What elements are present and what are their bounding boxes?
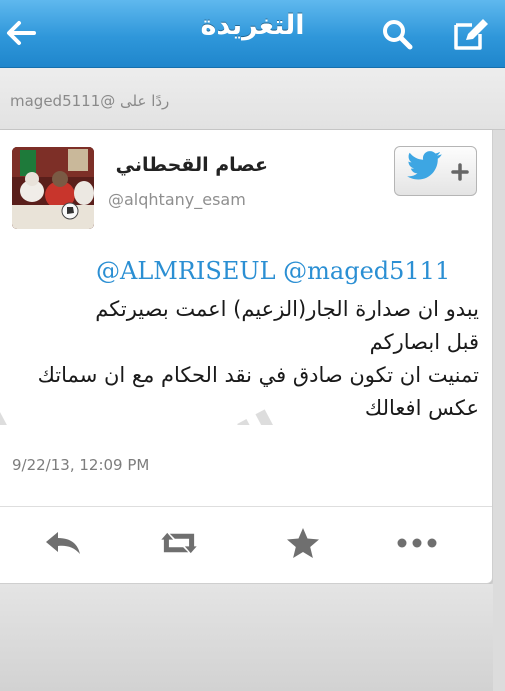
avatar[interactable]: [12, 147, 94, 229]
search-icon[interactable]: [380, 17, 414, 51]
username[interactable]: @alqhtany_esam: [108, 190, 246, 209]
navigation-bar: التغريدة: [0, 0, 505, 68]
page-title: التغريدة: [200, 10, 305, 41]
reply-icon[interactable]: [42, 526, 84, 560]
more-dots-icon[interactable]: [396, 526, 438, 560]
tweet-text: يبدو ان صدارة الجار(الزعيم) اعمت بصيرتكم…: [37, 297, 479, 420]
tweet-timestamp: 9/22/13, 12:09 PM: [12, 456, 150, 474]
retweet-icon[interactable]: [158, 526, 200, 560]
tweet-card: عصام القحطاني @alqhtany_esam @ALMRISEUL …: [0, 130, 493, 584]
display-name[interactable]: عصام القحطاني: [108, 154, 268, 176]
compose-icon[interactable]: [452, 16, 490, 52]
background-area: [0, 584, 493, 691]
follow-button[interactable]: [394, 146, 477, 196]
tweet-mentions[interactable]: @ALMRISEUL @maged5111: [96, 257, 450, 285]
favorite-star-icon[interactable]: [282, 526, 324, 560]
scroll-edge: [493, 130, 505, 691]
divider: [0, 506, 492, 507]
twitter-bird-plus-icon: [407, 151, 469, 181]
reply-context-text[interactable]: ردًا على @maged5111: [10, 92, 169, 110]
avatar-photo: [12, 147, 94, 229]
reply-context-bar: ردًا على @maged5111: [0, 68, 505, 130]
